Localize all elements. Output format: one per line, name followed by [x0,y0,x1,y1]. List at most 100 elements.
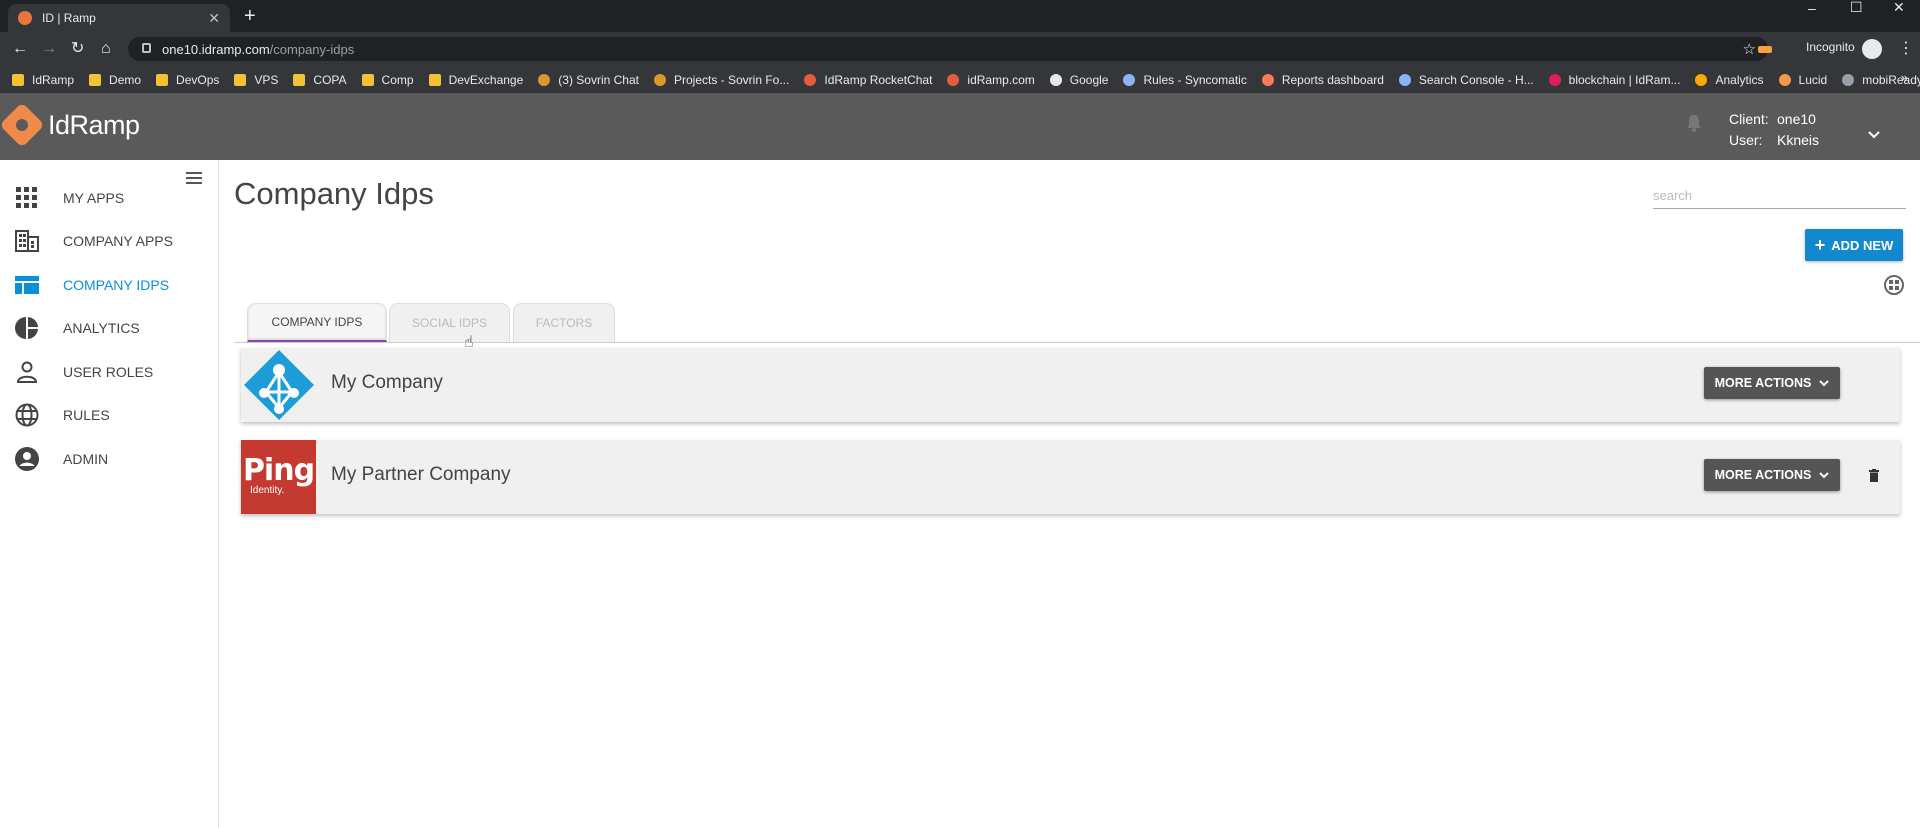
google-icon [1049,73,1062,86]
delete-trash-icon[interactable] [1869,469,1879,482]
bookmark-label: (3) Sovrin Chat [558,72,639,87]
dashboard-icon [15,273,39,297]
back-icon[interactable]: ← [12,40,28,58]
pie-chart-icon [15,316,39,340]
bookmark-item[interactable]: blockchain | IdRam... [1548,73,1680,87]
sidebar-item-analytics[interactable]: ANALYTICS [0,308,219,348]
bookmark-item[interactable]: Reports dashboard [1261,72,1384,87]
bookmark-label: DevOps [176,72,220,87]
sidebar-item-rules[interactable]: RULES [0,395,219,435]
idp-card-my-company[interactable]: My Company MORE ACTIONS [241,348,1900,422]
bookmark-item[interactable]: Google [1049,73,1108,87]
folder-icon [234,73,247,86]
bookmark-item[interactable]: Projects - Sovrin Fo... [653,73,789,87]
bookmark-item[interactable]: idRamp.com [947,73,1035,87]
close-tab-icon[interactable]: ✕ [208,10,220,27]
sidebar-item-company-idps[interactable]: COMPANY IDPS [0,265,219,305]
extension-icon[interactable] [1758,46,1772,53]
idp-card-my-partner-company[interactable]: Ping Identity. My Partner Company MORE A… [241,440,1900,514]
plus-icon: + [1814,235,1826,255]
app-header: IdRamp Client: one10 User: Kkneis [0,93,1920,160]
bookmark-item[interactable]: VPS [234,73,278,87]
tab-company-idps[interactable]: COMPANY IDPs [247,303,387,342]
sidebar-item-label: COMPANY APPS [63,233,173,249]
incognito-icon[interactable] [1862,39,1882,59]
tabs-divider [234,342,1920,343]
folder-icon [156,73,169,86]
idramp-favicon-icon [18,11,32,25]
maximize-icon[interactable]: ☐ [1850,0,1863,15]
bookmark-item[interactable]: DevExchange [428,72,524,87]
sidebar-item-my-apps[interactable]: MY APPS [0,178,219,218]
search-input[interactable] [1653,183,1906,209]
folder-icon [361,73,374,86]
minimize-icon[interactable]: – [1808,0,1816,16]
tab-factors[interactable]: FACTORS [513,303,615,342]
bookmark-label: Lucid [1798,72,1828,87]
sidebar-item-admin[interactable]: ADMIN [0,439,219,479]
folder-icon [89,73,102,86]
sovrin-icon [653,73,666,86]
new-tab-icon[interactable]: + [244,5,256,27]
bookmark-item[interactable]: Search Console - H... [1398,72,1534,87]
browser-tab[interactable]: ID | Ramp ✕ [8,4,230,32]
bookmark-item[interactable]: Analytics [1695,72,1764,87]
folder-icon [12,73,24,86]
bookmark-item[interactable]: mobiReady [1842,73,1920,87]
bookmark-label: DevExchange [448,72,524,87]
sidebar-item-label: ADMIN [63,451,109,467]
mobiready-icon [1842,73,1855,86]
bookmark-item[interactable]: DevOps [156,73,219,87]
bookmark-item[interactable]: Comp [361,73,414,87]
forward-icon[interactable]: → [41,40,57,58]
client-label: Client: [1729,111,1769,127]
bookmark-item[interactable]: COPA [293,72,347,87]
search-console-icon [1398,73,1411,86]
more-actions-button[interactable]: MORE ACTIONS [1704,459,1840,491]
bookmark-label: mobiReady [1862,72,1920,87]
add-new-button[interactable]: + ADD NEW [1805,229,1903,261]
bookmark-item[interactable]: Rules - Syncomatic [1123,72,1247,87]
bookmark-item[interactable]: (3) Sovrin Chat [538,73,639,87]
folder-icon [428,73,441,86]
bookmark-item[interactable]: Lucid [1778,72,1828,87]
url-host: one10.idramp.com [162,42,270,57]
idramp-logo[interactable]: IdRamp [0,102,140,148]
bookmark-label: Rules - Syncomatic [1143,72,1247,87]
bookmark-label: Search Console - H... [1418,72,1534,87]
bookmark-item[interactable]: Demo [89,73,141,87]
sovrin-icon [538,73,551,86]
bookmark-label: COPA [313,72,347,87]
idp-name: My Partner Company [331,464,511,485]
more-actions-button[interactable]: MORE ACTIONS [1704,367,1840,399]
grid-icon [15,186,39,210]
ping-identity-icon: Ping Identity. [241,440,316,514]
reload-icon[interactable]: ↻ [71,40,84,58]
bookmark-star-icon[interactable]: ☆ [1743,40,1756,58]
browser-menu-icon[interactable]: ⋮ [1898,38,1914,58]
sidebar-item-label: RULES [63,407,110,423]
tab-social-idps[interactable]: SOCIAL IDPs [389,303,510,342]
user-menu-chevron-down-icon[interactable] [1868,131,1880,139]
user-value: Kkneis [1777,132,1820,148]
sidebar-item-company-apps[interactable]: COMPANY APPS [0,221,219,261]
sidebar-item-user-roles[interactable]: USER ROLES [0,352,219,392]
bookmark-item[interactable]: IdRamp RocketChat [804,73,932,87]
close-window-icon[interactable]: ✕ [1893,0,1905,15]
browser-tabstrip: ID | Ramp ✕ + – ☐ ✕ [0,0,1920,32]
address-bar[interactable]: one10.idramp.com/company-idps ☆ [128,37,1768,61]
user-row[interactable]: User: Kkneis [1729,130,1819,151]
bookmark-label: Analytics [1715,72,1764,87]
view-toggle-grid-icon[interactable] [1884,275,1904,295]
bookmark-label: Demo [109,72,142,87]
idramp-icon [804,73,817,86]
bookmark-label: Reports dashboard [1281,72,1384,87]
bookmark-item[interactable]: IdRamp [12,73,74,87]
home-icon[interactable]: ⌂ [101,40,111,58]
browser-toolbar: ← → ↻ ⌂ one10.idramp.com/company-idps ☆ … [0,32,1920,66]
notification-bell-icon[interactable] [1686,114,1702,132]
incognito-label: Incognito [1806,40,1855,54]
idp-name: My Company [331,372,443,393]
bookmarks-more-icon[interactable]: » [1901,70,1908,85]
chevron-down-icon [1819,471,1830,478]
